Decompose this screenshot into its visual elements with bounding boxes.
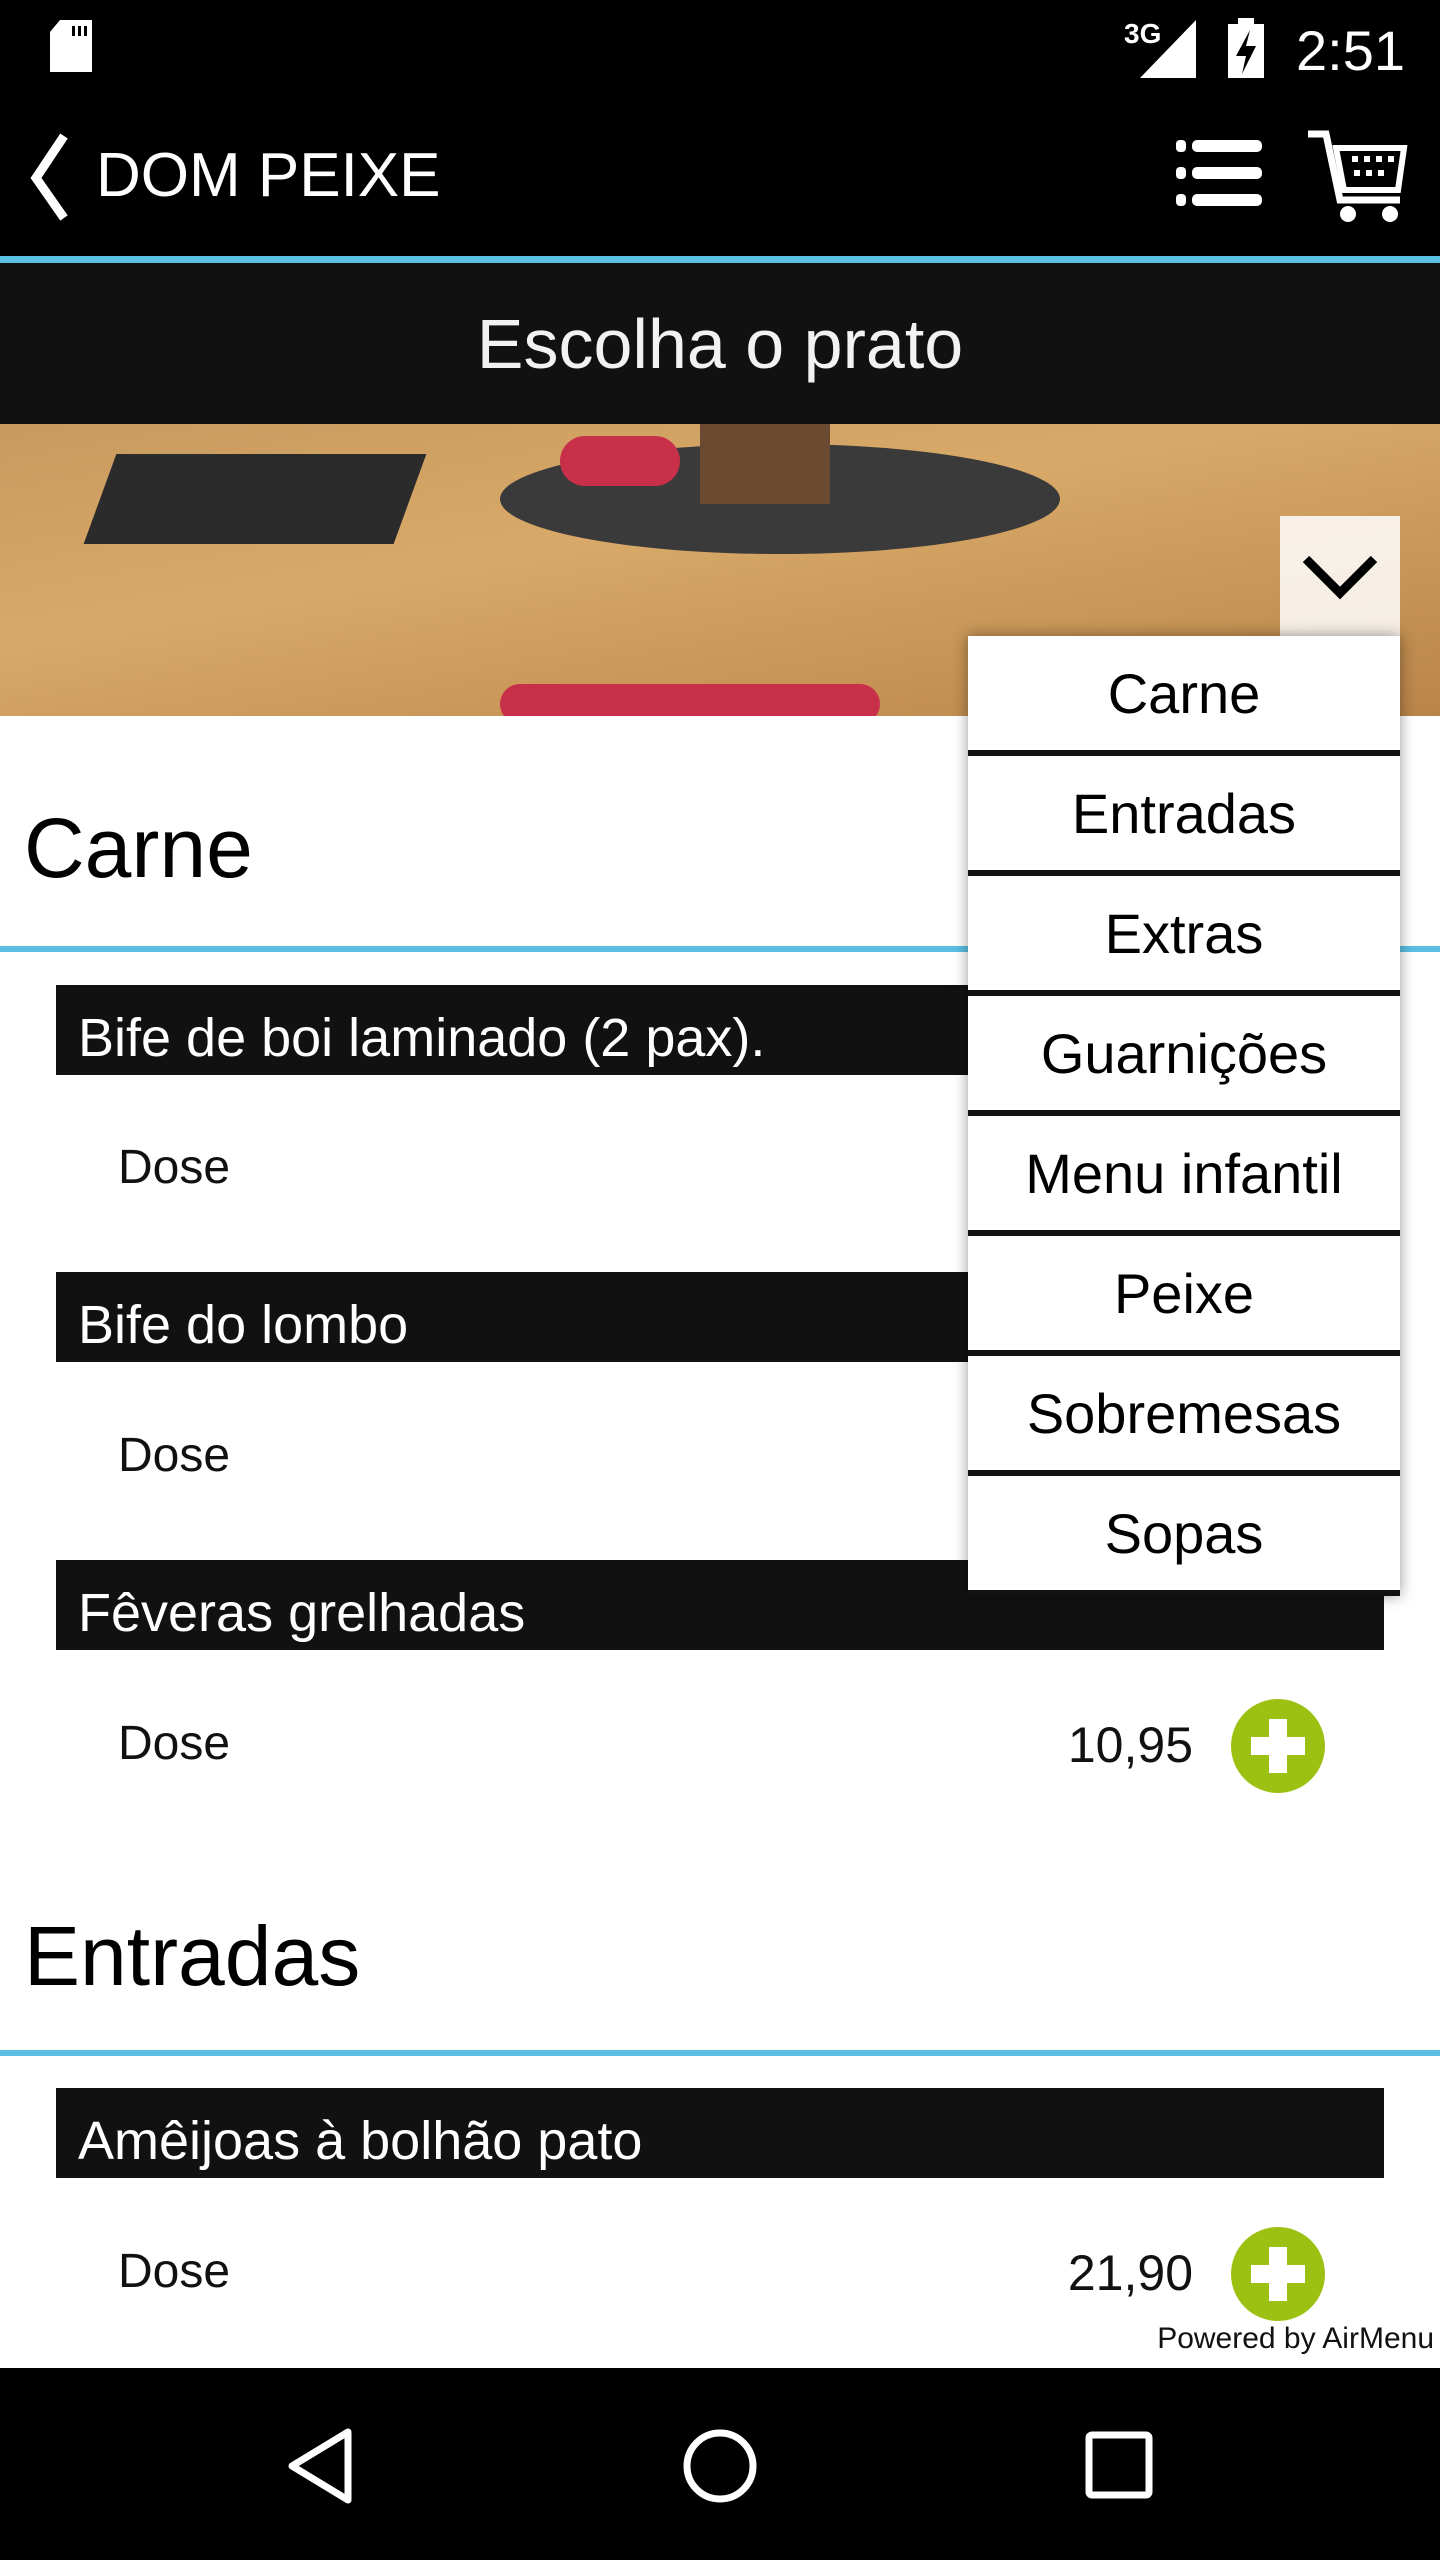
item-portion: Dose [118, 1429, 231, 1482]
recents-square-icon[interactable] [1084, 2430, 1156, 2502]
chevron-down-icon [1302, 555, 1378, 600]
navigation-bar [0, 2368, 1440, 2560]
battery-charging-icon [1228, 18, 1264, 78]
category-option-entradas[interactable]: Entradas [968, 756, 1400, 876]
section-title-entradas: Entradas [24, 1909, 361, 2003]
category-option-carne[interactable]: Carne [968, 636, 1400, 756]
back-chevron-icon[interactable] [26, 132, 70, 222]
clock: 2:51 [1296, 19, 1405, 82]
item-portion: Dose [118, 1141, 231, 1194]
category-option-menu-infantil[interactable]: Menu infantil [968, 1116, 1400, 1236]
category-option-sobremesas[interactable]: Sobremesas [968, 1356, 1400, 1476]
category-option-guarnicoes[interactable]: Guarnições [968, 996, 1400, 1116]
back-triangle-icon[interactable] [284, 2426, 356, 2506]
app-bar: DOM PEIXE [0, 120, 1440, 256]
item-header: Amêijoas à bolhão pato [56, 2088, 1384, 2178]
category-dropdown-list: Carne Entradas Extras Guarnições Menu in… [968, 636, 1400, 1596]
cart-icon[interactable] [1306, 128, 1408, 224]
restaurant-title: DOM PEIXE [96, 141, 441, 210]
item-price: 10,95 [1067, 1717, 1193, 1773]
status-bar: 3G 2:51 [0, 0, 1440, 120]
category-option-peixe[interactable]: Peixe [968, 1236, 1400, 1356]
list-menu-icon[interactable] [1176, 140, 1262, 206]
sd-card-icon [50, 20, 92, 72]
section-divider [0, 2050, 1440, 2056]
add-item-button[interactable] [1231, 1699, 1325, 1793]
page-title: Escolha o prato [0, 263, 1440, 424]
signal-icon [1140, 20, 1196, 78]
home-circle-icon[interactable] [680, 2426, 760, 2506]
item-portion: Dose [118, 1717, 231, 1770]
item-price: 21,90 [1067, 2245, 1193, 2301]
category-dropdown-toggle[interactable] [1280, 516, 1400, 636]
powered-by: Powered by AirMenu [1157, 2322, 1434, 2355]
category-option-extras[interactable]: Extras [968, 876, 1400, 996]
add-item-button[interactable] [1231, 2227, 1325, 2321]
category-option-sopas[interactable]: Sopas [968, 1476, 1400, 1596]
item-portion: Dose [118, 2245, 231, 2298]
section-title-carne: Carne [24, 801, 253, 895]
accent-divider [0, 256, 1440, 263]
